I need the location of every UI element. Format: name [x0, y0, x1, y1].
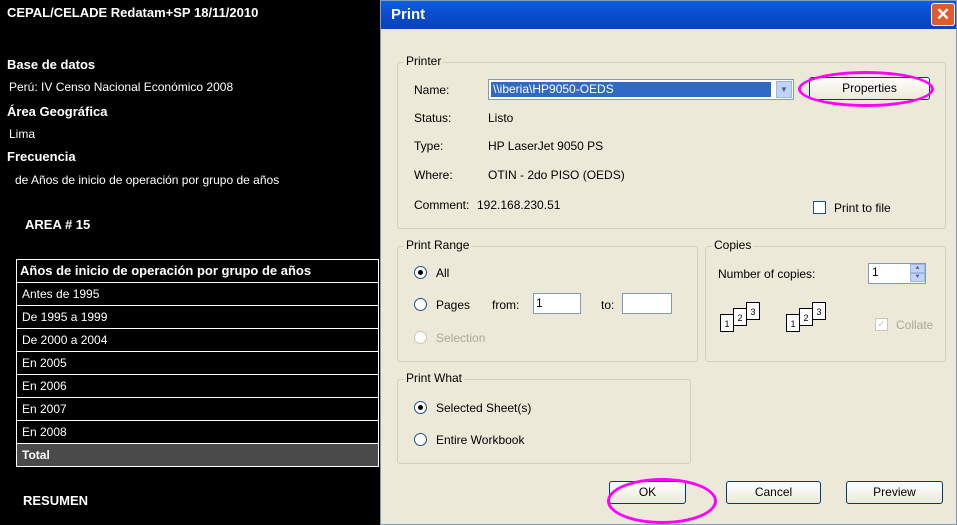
area-label: Área Geográfica [7, 104, 108, 119]
printer-name-select[interactable]: \\iberia\HP9050-OEDS ▼ [488, 79, 794, 100]
range-all-radio[interactable] [414, 266, 427, 279]
title-bar[interactable]: Print ✕ [381, 1, 956, 29]
report-table: Años de inicio de operación por grupo de… [16, 259, 379, 467]
table-row: Antes de 1995 [17, 283, 378, 306]
number-of-copies-label: Number of copies: [718, 267, 816, 281]
area-value: Lima [9, 127, 36, 141]
area-number: AREA # 15 [25, 217, 91, 232]
table-row: De 2000 a 2004 [17, 329, 378, 352]
report-panel: CEPAL/CELADE Redatam+SP 18/11/2010 Base … [0, 0, 380, 525]
status-label: Status: [414, 111, 452, 125]
preview-button[interactable]: Preview [846, 481, 943, 504]
dialog-title: Print [391, 6, 426, 23]
range-selection-label[interactable]: Selection [436, 331, 485, 345]
close-button[interactable]: ✕ [931, 3, 955, 26]
db-label: Base de datos [7, 57, 96, 72]
range-pages-label[interactable]: Pages [436, 298, 470, 312]
table-row: En 2005 [17, 352, 378, 375]
range-all-label[interactable]: All [436, 266, 449, 280]
from-input[interactable]: 1 [533, 293, 581, 314]
ok-highlight [607, 478, 717, 524]
collate-label[interactable]: Collate [896, 318, 933, 332]
spin-up-icon[interactable]: ▲ [910, 264, 925, 273]
summary-heading: RESUMEN [23, 493, 89, 508]
to-input[interactable] [622, 293, 672, 314]
print-what-legend: Print What [404, 371, 465, 385]
comment-value: 192.168.230.51 [477, 198, 561, 212]
chevron-down-icon[interactable]: ▼ [776, 81, 792, 98]
table-row: De 1995 a 1999 [17, 306, 378, 329]
report-header: CEPAL/CELADE Redatam+SP 18/11/2010 [7, 5, 259, 20]
where-value: OTIN - 2do PISO (OEDS) [488, 168, 625, 182]
name-label: Name: [414, 83, 450, 97]
copies-value[interactable]: 1 [872, 265, 879, 279]
to-label: to: [601, 298, 615, 312]
copies-legend: Copies [712, 238, 754, 252]
table-header: Años de inicio de operación por grupo de… [17, 260, 378, 283]
freq-value: de Años de inicio de operación por grupo… [15, 173, 280, 187]
table-row: En 2006 [17, 375, 378, 398]
selected-sheets-label[interactable]: Selected Sheet(s) [436, 401, 531, 415]
copies-stepper[interactable]: 1 ▲ ▼ [868, 263, 926, 284]
print-range-legend: Print Range [404, 238, 472, 252]
comment-label: Comment: [414, 198, 470, 212]
print-dialog: Print ✕ Printer Name: \\iberia\HP9050-OE… [380, 0, 957, 525]
print-to-file-checkbox[interactable] [813, 201, 826, 214]
where-label: Where: [414, 168, 453, 182]
collated-pages-icon: 3 2 1 [786, 302, 838, 342]
type-value: HP LaserJet 9050 PS [488, 139, 604, 153]
spin-down-icon[interactable]: ▼ [910, 273, 925, 282]
collate-checkbox[interactable]: ✓ [875, 318, 888, 331]
properties-highlight [798, 71, 934, 107]
range-pages-radio[interactable] [414, 298, 427, 311]
table-row: En 2007 [17, 398, 378, 421]
type-label: Type: [414, 139, 444, 153]
selected-sheets-radio[interactable] [414, 401, 427, 414]
print-what-group: Print What [397, 371, 691, 464]
printer-legend: Printer [404, 54, 444, 68]
from-label: from: [492, 298, 520, 312]
table-total-row: Total [17, 444, 378, 466]
print-to-file-label[interactable]: Print to file [834, 201, 891, 215]
status-value: Listo [488, 111, 514, 125]
table-row: En 2008 [17, 421, 378, 444]
collated-pages-icon: 3 2 1 [720, 302, 772, 342]
freq-label: Frecuencia [7, 149, 76, 164]
range-selection-radio[interactable] [414, 331, 427, 344]
entire-workbook-radio[interactable] [414, 433, 427, 446]
entire-workbook-label[interactable]: Entire Workbook [436, 433, 524, 447]
db-value: Perú: IV Censo Nacional Económico 2008 [9, 80, 234, 94]
cancel-button[interactable]: Cancel [726, 481, 821, 504]
printer-name-value: \\iberia\HP9050-OEDS [491, 82, 771, 97]
